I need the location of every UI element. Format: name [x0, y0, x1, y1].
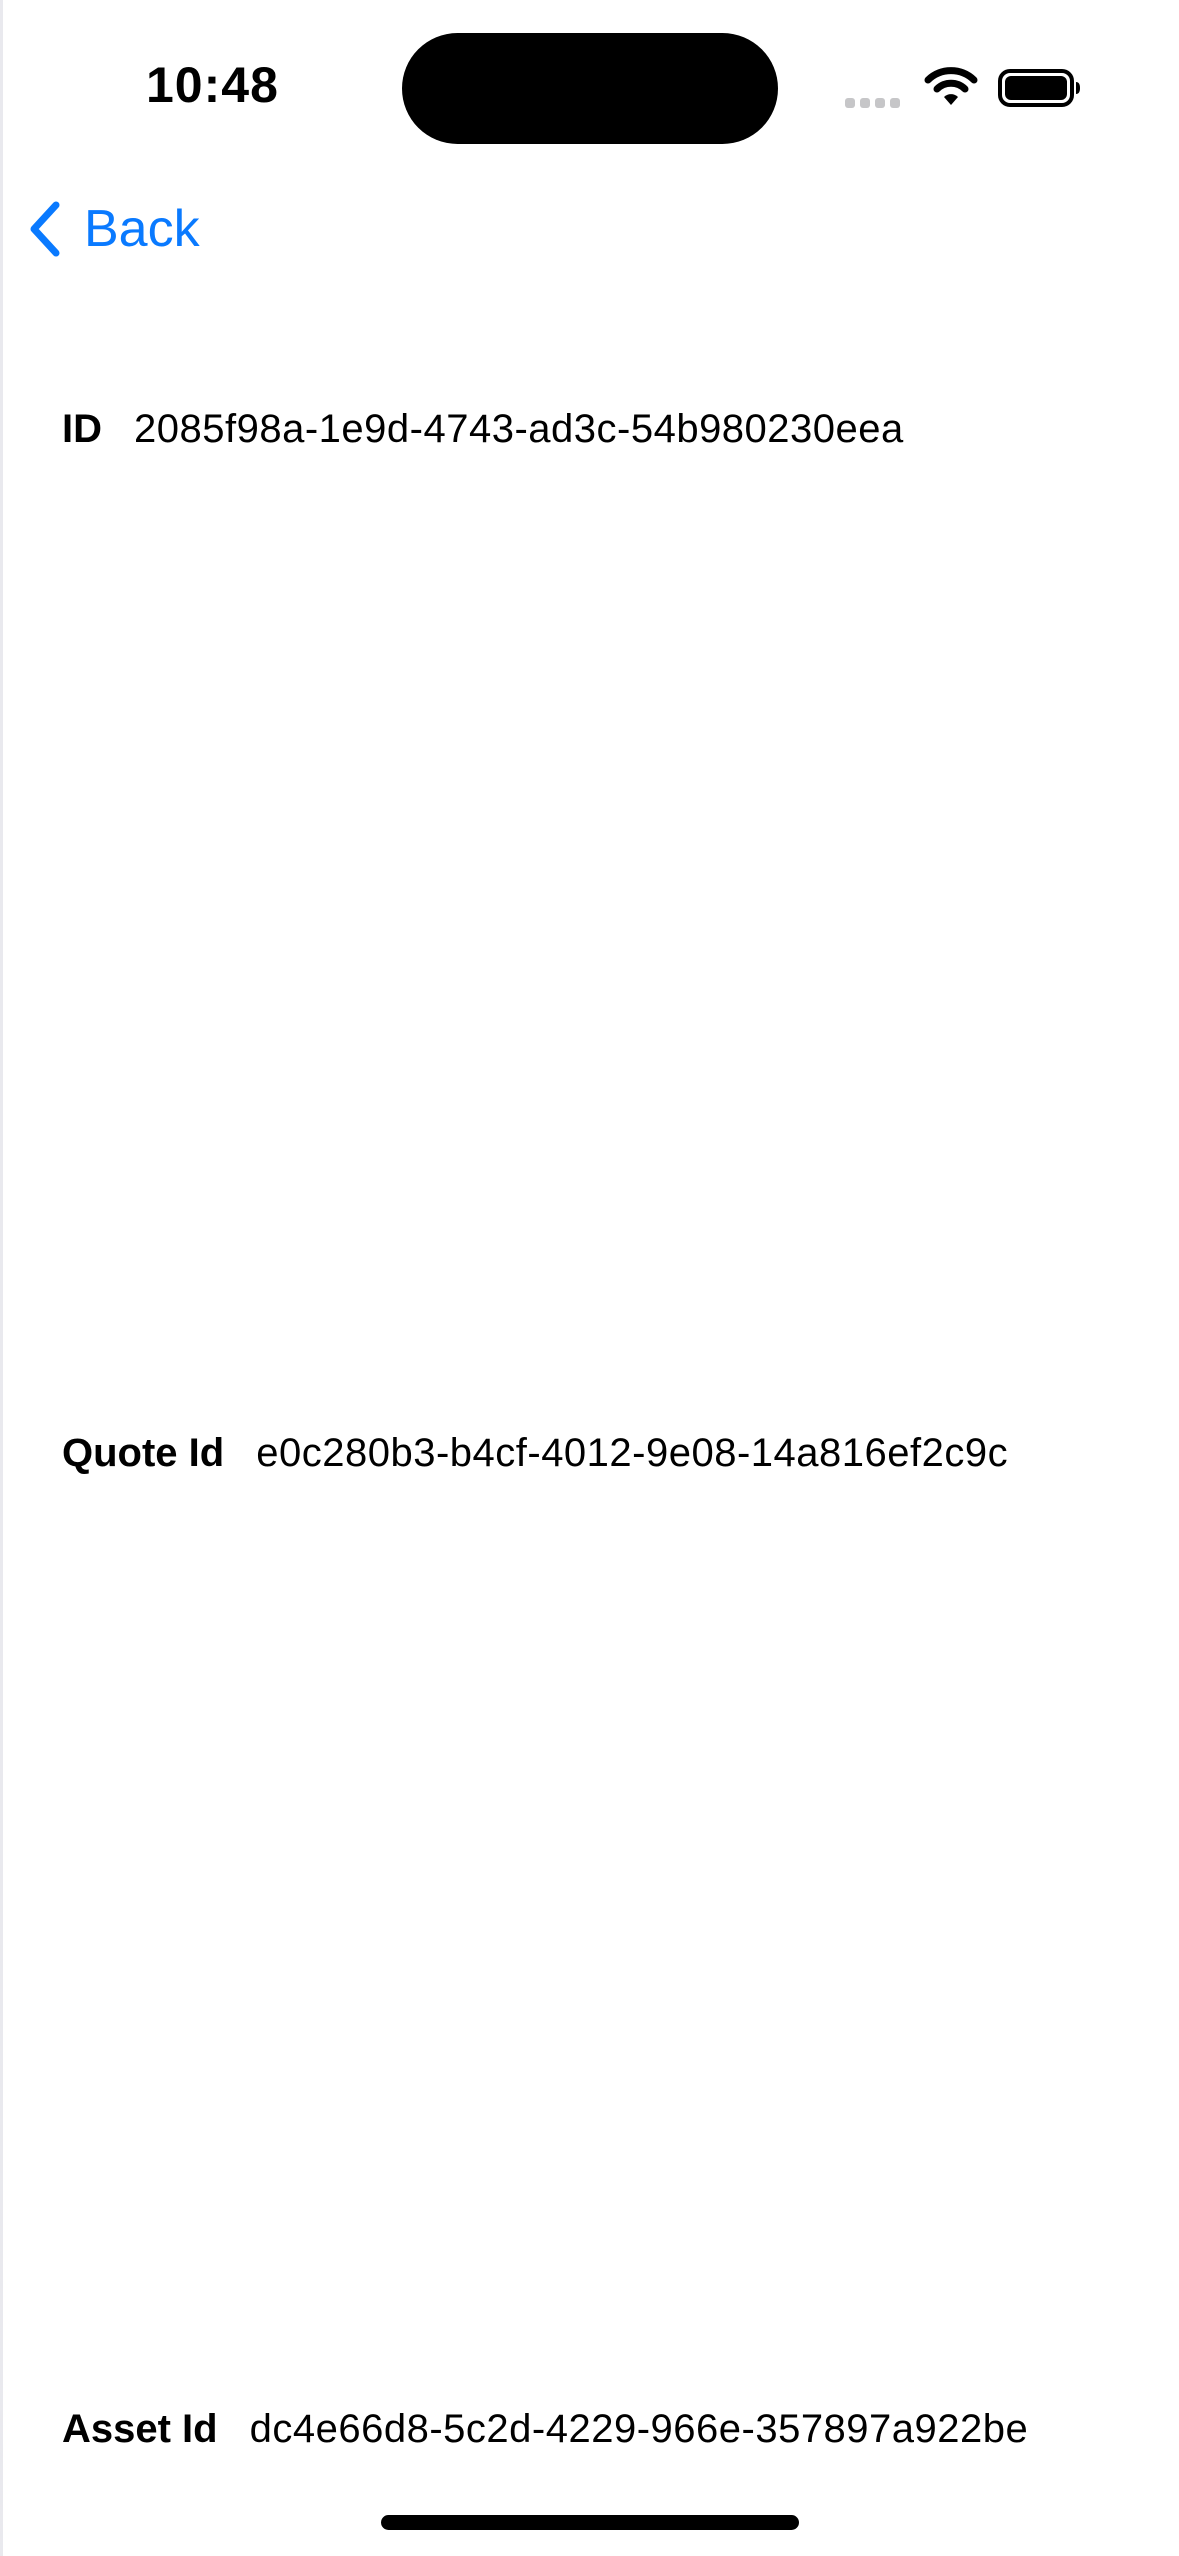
quote-id-label: Quote Id — [62, 1431, 225, 1475]
dynamic-island — [402, 33, 778, 144]
detail-screen: 10:48 Back ID 2085f98a-1e9d-4743-ad3c-54… — [0, 0, 1179, 2556]
detail-row-asset-id: Asset Id dc4e66d8-5c2d-4229-966e-357897a… — [62, 2404, 1028, 2454]
home-indicator[interactable] — [381, 2515, 799, 2530]
wifi-icon — [924, 67, 978, 105]
navigation-bar: Back — [0, 175, 1179, 285]
asset-id-label: Asset Id — [62, 2407, 218, 2451]
back-button[interactable]: Back — [26, 197, 200, 261]
left-edge-divider — [0, 0, 3, 2556]
battery-icon — [998, 69, 1080, 107]
status-time: 10:48 — [146, 57, 279, 113]
detail-row-quote-id: Quote Id e0c280b3-b4cf-4012-9e08-14a816e… — [62, 1428, 1008, 1478]
chevron-left-icon — [30, 201, 60, 257]
asset-id-value: dc4e66d8-5c2d-4229-966e-357897a922be — [249, 2407, 1029, 2451]
signal-icon — [845, 95, 905, 108]
status-bar: 10:48 — [0, 0, 1179, 175]
id-value: 2085f98a-1e9d-4743-ad3c-54b980230eea — [134, 407, 904, 451]
quote-id-value: e0c280b3-b4cf-4012-9e08-14a816ef2c9c — [256, 1431, 1009, 1475]
id-label: ID — [62, 407, 102, 451]
back-button-label: Back — [84, 200, 200, 258]
detail-row-id: ID 2085f98a-1e9d-4743-ad3c-54b980230eea — [62, 404, 904, 454]
